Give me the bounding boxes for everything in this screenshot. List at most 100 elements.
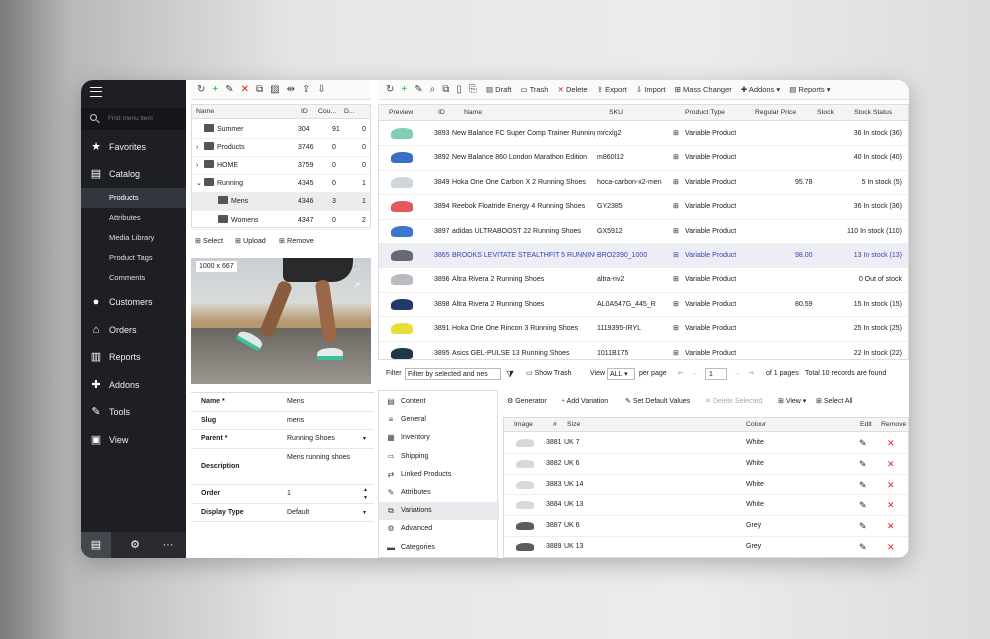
product-thumbnail[interactable] — [391, 176, 413, 188]
variation-colour[interactable]: White — [746, 495, 764, 516]
sub-attributes[interactable]: Attributes — [81, 208, 186, 228]
sub-products[interactable]: Products — [81, 188, 186, 208]
chevron-down-icon[interactable]: ▾ — [363, 430, 366, 448]
product-image[interactable]: 1000 x 667 ⛶ ↗ — [191, 258, 371, 384]
variation-size[interactable]: UK 13 — [564, 537, 583, 557]
variation-thumbnail[interactable] — [516, 522, 534, 531]
nav-view[interactable]: ▣ View — [81, 429, 186, 451]
product-price[interactable]: 80.59 — [795, 293, 813, 317]
product-sku[interactable]: GX5912 — [597, 220, 669, 244]
col-regular-price[interactable]: Regular Price — [755, 105, 796, 121]
product-name[interactable]: Asics GEL-PULSE 13 Running Shoes — [452, 342, 595, 359]
variation-colour[interactable]: White — [746, 433, 764, 454]
open-external-icon[interactable]: ↗ — [353, 280, 361, 291]
more-icon[interactable]: ··· — [153, 532, 183, 558]
last-page-icon[interactable]: ⇥ — [748, 366, 754, 382]
variation-row[interactable]: 3882 UK 6 White ✎ ✕ — [504, 454, 908, 475]
page-input[interactable]: 1 — [705, 368, 727, 380]
category-row[interactable]: ⌄Running Shoes 4345 0 1 — [192, 175, 370, 205]
download-icon[interactable]: ⇩ — [317, 80, 325, 100]
tab-attributes[interactable]: ✎ Attributes — [379, 484, 499, 502]
product-name[interactable]: BROOKS LEVITATE STEALTHFIT 5 RUNNING S — [452, 244, 595, 268]
tab-shipping[interactable]: ⇨ Shipping — [379, 448, 499, 466]
variation-thumbnail[interactable] — [516, 480, 534, 489]
tab-content[interactable]: ▤ Content — [379, 393, 499, 411]
order-stepper[interactable]: 1 — [287, 485, 291, 503]
sub-comments[interactable]: Comments — [81, 268, 186, 288]
import-button[interactable]: ⇩ Import — [636, 80, 666, 100]
remove-icon[interactable]: ✕ — [887, 433, 895, 454]
variation-colour[interactable]: Grey — [746, 537, 761, 557]
tab-inventory[interactable]: ▦ Inventory — [379, 429, 499, 447]
product-name[interactable]: Altra Rivera 2 Running Shoes — [452, 268, 595, 292]
product-thumbnail[interactable] — [391, 128, 413, 139]
product-name[interactable]: Altra Rivera 2 Running Shoes — [452, 293, 595, 317]
nav-tools[interactable]: ✎ Tools — [81, 401, 186, 423]
image-icon[interactable]: ▨ — [270, 80, 279, 100]
product-sku[interactable]: mrcxlg2 — [597, 122, 669, 146]
product-thumbnail[interactable] — [391, 201, 413, 213]
remove-icon[interactable]: ✕ — [887, 454, 895, 475]
stepper-arrows-icon[interactable]: ▲ ▼ — [363, 486, 368, 502]
col-stock[interactable]: Stock — [817, 105, 834, 121]
view-select[interactable]: ALL ▾ — [607, 368, 635, 380]
delete-button[interactable]: ✕ Delete — [558, 80, 588, 100]
variation-size[interactable]: UK 13 — [564, 495, 583, 516]
product-name[interactable]: Hoka One One Carbon X 2 Running Shoes — [452, 171, 595, 195]
product-name[interactable]: New Balance FC Super Comp Trainer Runnin… — [452, 122, 595, 146]
col-name[interactable]: Name — [196, 105, 214, 119]
product-thumbnail[interactable] — [391, 298, 413, 310]
category-row[interactable]: › HOME 3759 0 0 — [192, 157, 370, 176]
variation-thumbnail[interactable] — [516, 439, 534, 447]
tab-categories[interactable]: ▬ Categories — [379, 539, 499, 557]
hamburger-menu-icon[interactable] — [90, 87, 102, 97]
catalog-icon[interactable]: ▤ — [81, 532, 111, 558]
refresh-icon[interactable]: ↻ — [386, 80, 394, 100]
tab-advanced[interactable]: ⚙ Advanced — [379, 520, 499, 538]
category-row[interactable]: Mens 4346 3 1 — [192, 193, 370, 212]
product-row[interactable]: 3865 BROOKS LEVITATE STEALTHFIT 5 RUNNING… — [379, 244, 908, 269]
product-sku[interactable]: GY2385 — [597, 195, 669, 219]
paste-icon[interactable]: ▯ — [456, 80, 462, 100]
remove-icon[interactable]: ✕ — [887, 475, 895, 496]
tab-linked-products[interactable]: ⇄ Linked Products — [379, 466, 499, 484]
col-stock-status[interactable]: Stock Status — [854, 105, 892, 121]
name-field[interactable]: Mens — [287, 393, 304, 411]
category-row[interactable]: Summer 304 91 0 — [192, 121, 370, 139]
add-icon[interactable]: + — [212, 80, 218, 100]
variation-thumbnail[interactable] — [516, 501, 534, 510]
expand-toggle-icon[interactable]: ⌄ — [196, 175, 202, 193]
export-icon[interactable]: ⇪ — [302, 80, 310, 100]
chevron-down-icon[interactable]: ▾ — [363, 504, 366, 522]
variation-size[interactable]: UK 7 — [564, 433, 580, 454]
product-row[interactable]: 3897 adidas ULTRABOOST 22 Running Shoes GX… — [379, 220, 908, 244]
display-type-select[interactable]: Default — [287, 504, 309, 522]
cut-icon[interactable]: ⧉ — [256, 80, 263, 100]
product-row[interactable]: 3898 Altra Rivera 2 Running Shoes AL0A547G… — [379, 293, 908, 318]
description-field[interactable]: Mens running shoes — [287, 452, 350, 464]
variation-colour[interactable]: Grey — [746, 516, 761, 537]
sub-media-library[interactable]: Media Library — [81, 228, 186, 248]
product-row[interactable]: 3891 Hoka One One Rincon 3 Running Shoes 1… — [379, 317, 908, 342]
tab-variations[interactable]: ⧉ Variations — [379, 502, 499, 521]
product-thumbnail[interactable] — [391, 225, 413, 237]
expand-toggle-icon[interactable]: › — [196, 139, 198, 157]
col-size[interactable]: Size — [567, 418, 580, 432]
product-row[interactable]: 3895 Asics GEL-PULSE 13 Running Shoes 1011… — [379, 342, 908, 359]
product-name[interactable]: adidas ULTRABOOST 22 Running Shoes — [452, 220, 595, 244]
edit-icon[interactable]: ✎ — [225, 80, 233, 100]
delete-icon[interactable]: ✕ — [241, 80, 249, 100]
product-thumbnail[interactable] — [391, 323, 413, 335]
product-sku[interactable]: hoca-carbon-x2-men — [597, 171, 669, 195]
edit-icon[interactable]: ✎ — [859, 516, 867, 537]
nav-catalog[interactable]: ▤ Catalog — [81, 163, 186, 185]
edit-icon[interactable]: ✎ — [414, 80, 422, 100]
product-sku[interactable]: BRO2390_1000 — [597, 244, 669, 268]
first-page-icon[interactable]: ⇤ — [678, 366, 684, 382]
trash-button[interactable]: ▭ Trash — [521, 80, 549, 100]
category-row[interactable]: › Products 3746 0 0 — [192, 139, 370, 158]
nav-addons[interactable]: ✚ Addons — [81, 374, 186, 396]
variation-size[interactable]: UK 6 — [564, 454, 580, 475]
product-thumbnail[interactable] — [391, 274, 413, 286]
edit-icon[interactable]: ✎ — [859, 475, 867, 496]
